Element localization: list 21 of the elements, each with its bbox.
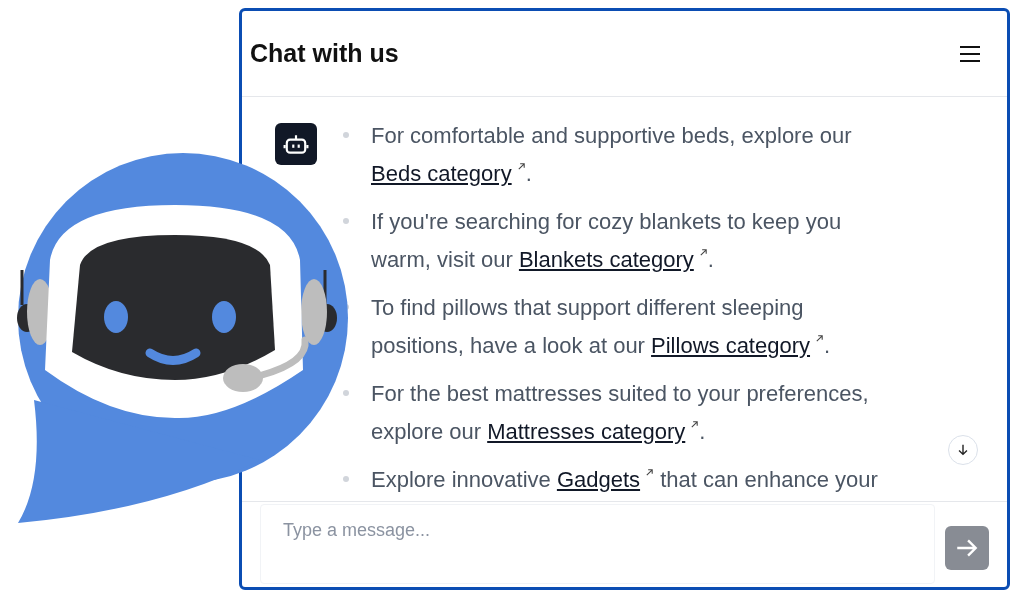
category-link[interactable]: Blankets category (518, 247, 708, 272)
message-input[interactable]: Type a message... (260, 504, 935, 584)
category-link[interactable]: Pillows category (651, 333, 824, 358)
menu-icon[interactable] (959, 44, 981, 63)
external-link-icon (516, 162, 526, 171)
external-link-icon (690, 420, 700, 429)
message-text: For comfortable and supportive beds, explore our Beds category . (371, 122, 853, 188)
external-link-icon (645, 468, 655, 477)
category-link[interactable]: Gadgets (556, 467, 655, 492)
message-text: For the best mattresses suited to your preferences, explore our Mattresses category . (371, 380, 870, 446)
arrow-down-icon (956, 443, 970, 457)
message-text: Explore innovative Gadgets that can enhance your (371, 466, 879, 494)
category-link[interactable]: Mattresses category (487, 419, 700, 444)
send-button[interactable] (945, 525, 989, 570)
scroll-down-button[interactable] (948, 435, 978, 465)
external-link-icon (815, 334, 824, 343)
chat-title: Chat with us (250, 37, 399, 69)
external-link-icon (698, 248, 708, 257)
category-link[interactable]: Beds category (371, 161, 526, 186)
message-text: If you're searching for cozy blankets to keep you warm, visit our Blankets category . (371, 208, 843, 274)
message-text: To find pillows that support different sleeping positions, have a look at our Pillows category . (371, 294, 832, 360)
